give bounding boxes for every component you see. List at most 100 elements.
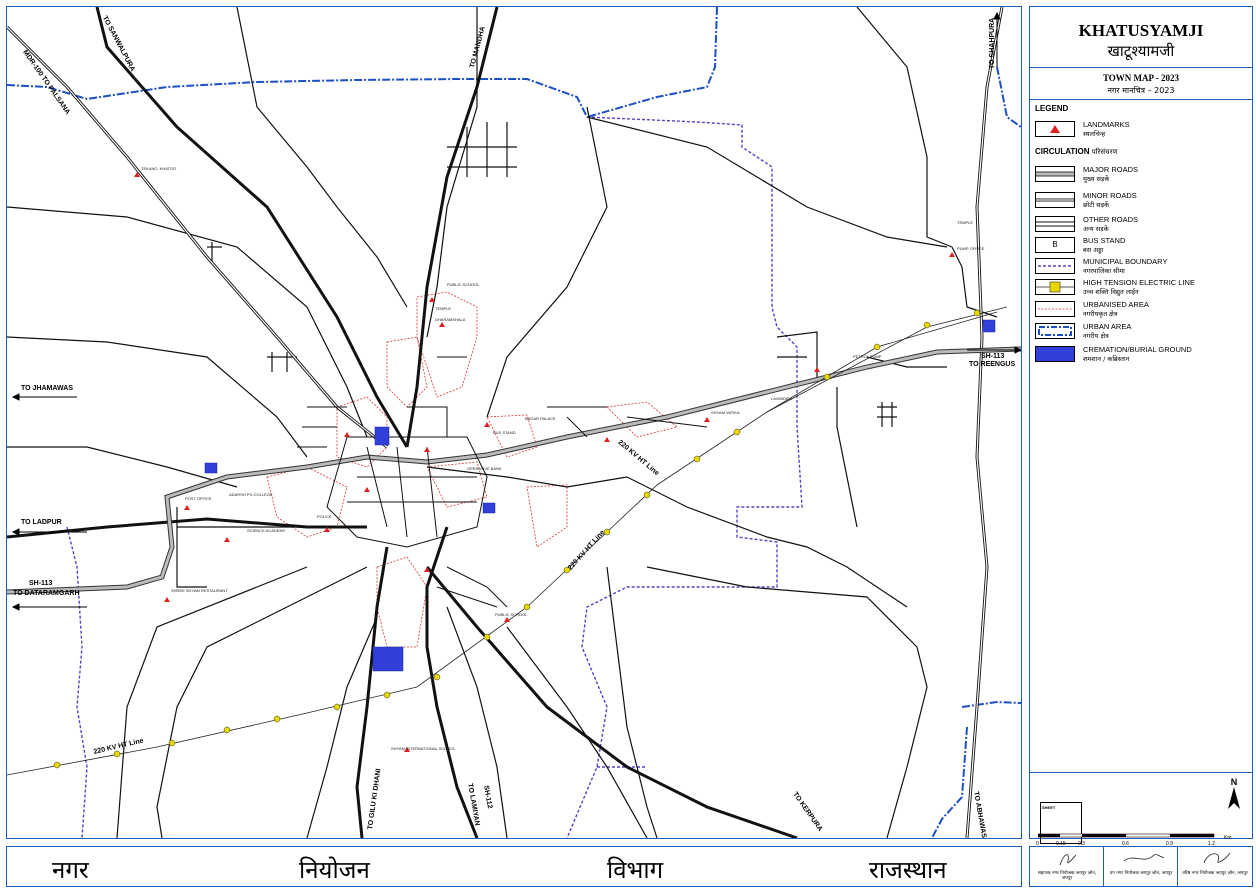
landmark-label: BUS STAND <box>493 430 516 435</box>
legend-municipal-boundary: MUNICIPAL BOUNDARY नगरपालिका सीमा <box>1035 257 1249 279</box>
legend-label: MAJOR ROADS <box>1083 165 1139 174</box>
label-to-dataramgarh: TO DATARAMGARH <box>13 590 80 597</box>
legend-heading: LEGEND <box>1035 104 1069 113</box>
landmark-label: POLICE <box>317 514 332 519</box>
legend-label: LANDMARKS <box>1083 120 1130 129</box>
landmark-label: TEMPLE <box>435 306 452 311</box>
legend-other-roads: OTHER ROADS अन्य सड़कें <box>1035 215 1249 237</box>
legend-symbol-major-road <box>1035 166 1075 182</box>
town-title: KHATUSYAMJI <box>1078 21 1204 40</box>
divider <box>1030 99 1252 100</box>
legend-symbol-cremation-ground <box>1035 346 1075 362</box>
legend-major-roads: MAJOR ROADS मुख्य सड़कें <box>1035 165 1249 187</box>
minor-roads <box>7 7 1004 838</box>
legend-symbol-minor-road <box>1035 192 1075 208</box>
circulation-label-hindi: परिसंचरण <box>1091 148 1118 156</box>
legend-urban-area: URBAN AREA नगरीय क्षेत्र <box>1035 322 1249 344</box>
signature-mark <box>1203 852 1231 864</box>
legend-label-hindi: मुख्य सड़कें <box>1083 175 1110 183</box>
signature-cell: उप नगर नियोजक जयपुर ज़ोन, जयपुर <box>1104 847 1178 886</box>
label-to-ladpur: TO LADPUR <box>21 519 62 526</box>
scale-bar <box>1038 833 1215 838</box>
circulation-label: CIRCULATION <box>1035 147 1090 156</box>
landmark-label: PUBLIC SCHOOL <box>495 612 528 617</box>
divider <box>1030 67 1252 68</box>
legend-bus-stand: B BUS STAND बस अड्डा <box>1035 236 1249 258</box>
signature-title: सहायक नगर नियोजक जयपुर ज़ोन, जयपुर <box>1037 871 1097 882</box>
label-to-reengus: TO REENGUS <box>969 361 1016 368</box>
legend-symbol-other-road <box>1035 216 1075 232</box>
circulation-heading: CIRCULATION परिसंचरण <box>1035 147 1118 157</box>
divider <box>1030 772 1252 773</box>
legend-symbol-landmark <box>1035 121 1075 137</box>
landmark-label: PUBLIC SCHOOL <box>447 282 480 287</box>
landmark-label: TEKANO. KHATOO <box>141 166 177 171</box>
other-roads <box>7 7 998 838</box>
label-sh113-west: SH-113 <box>29 580 53 587</box>
legend-label-hindi: नगरीयकृत क्षेत्र <box>1083 310 1118 318</box>
map-title: TOWN MAP - 2023 <box>1102 73 1180 83</box>
legend-label-hindi: उच्च शक्ति विद्युत लाईन <box>1083 288 1139 296</box>
signature-cell: वरिष्ठ नगर नियोजक जयपुर ज़ोन, जयपुर <box>1178 847 1252 886</box>
minor-roads-inner <box>7 7 1003 838</box>
legend-label: CREMATION/BURIAL GROUND <box>1083 345 1192 354</box>
footer-word: राजस्थान <box>869 856 947 884</box>
legend-label-hindi: नगरीय क्षेत्र <box>1083 332 1109 340</box>
footer-word: विभाग <box>607 856 664 884</box>
landmark-label: OPERATIVE BANK <box>467 466 502 471</box>
urban-area-boundary <box>7 7 1021 838</box>
landmark-label: PETROL PUMP <box>853 354 882 359</box>
map-canvas <box>7 7 1021 838</box>
landmark-label: TEMPLE <box>957 220 974 225</box>
landmark-label: PUMP OFFICE <box>957 246 985 251</box>
label-to-jhamawas: TO JHAMAWAS <box>21 385 73 392</box>
legend-landmarks: LANDMARKS स्थलचिन्ह <box>1035 120 1249 142</box>
signature-title: वरिष्ठ नगर नियोजक जयपुर ज़ोन, जयपुर <box>1182 871 1248 876</box>
sheet-index: SHEET 0 0.15 0.3 0.6 0.9 1.2 Km <box>1030 777 1252 847</box>
legend-cremation-ground: CREMATION/BURIAL GROUND शमशान / कब्रिस्त… <box>1035 345 1249 367</box>
sheet-label: SHEET <box>1042 805 1056 810</box>
landmark-label: SCIENCE ACADEMY <box>247 528 286 533</box>
legend-label: MINOR ROADS <box>1083 191 1137 200</box>
signature-panel: सहायक नगर नियोजक जयपुर ज़ोन, जयपुर उप नग… <box>1029 846 1253 887</box>
legend-label: MUNICIPAL BOUNDARY <box>1083 257 1168 266</box>
legend-label: URBANISED AREA <box>1083 300 1149 309</box>
label-to-shahpura: TO SHAHPURA <box>989 17 996 69</box>
town-title-hindi: खाटूश्यामजी <box>1107 42 1175 60</box>
ht-lines <box>7 306 1008 776</box>
legend-symbol-ht-line <box>1035 279 1075 295</box>
legend-label-hindi: अन्य सड़कें <box>1083 225 1109 233</box>
legend-symbol-urban-area <box>1035 323 1075 339</box>
legend-minor-roads: MINOR ROADS छोटी सड़कें <box>1035 191 1249 213</box>
signature-cell: सहायक नगर नियोजक जयपुर ज़ोन, जयपुर <box>1030 847 1104 886</box>
landmark-markers <box>134 172 955 752</box>
signature-mark <box>1059 854 1077 866</box>
footer-bar: नगर नियोजन विभाग राजस्थान <box>6 846 1022 887</box>
legend-label: HIGH TENSION ELECTRIC LINE <box>1083 278 1195 287</box>
legend-label: URBAN AREA <box>1083 322 1132 331</box>
landmark-label: POST OFFICE <box>185 496 212 501</box>
scale-unit: Km <box>1224 835 1232 841</box>
legend-symbol-municipal-boundary <box>1035 258 1075 274</box>
label-sh113-east: SH-113 <box>981 353 1005 360</box>
landmark-label: BAGAR PALACE <box>525 416 556 421</box>
landmark-label: SHREE SHYAM RESTAURANT <box>171 588 228 593</box>
direction-arrows <box>11 11 1021 611</box>
landmark-label: LAXMIDEVI <box>771 396 793 401</box>
signature-title: उप नगर नियोजक जयपुर ज़ोन, जयपुर <box>1109 871 1173 876</box>
landmark-label: SHYAM VATIKA <box>711 410 740 415</box>
legend-symbol-urbanised-area <box>1035 301 1075 317</box>
landmark-label: ADARSH PG COLLEGE <box>229 492 273 497</box>
map-frame[interactable]: MDR-100 TO PALSANA TO SANWALPURA TO MAND… <box>6 6 1022 839</box>
burial-grounds <box>204 319 996 672</box>
major-road <box>7 346 1021 595</box>
legend-ht-line: HIGH TENSION ELECTRIC LINE उच्च शक्ति वि… <box>1035 278 1249 300</box>
legend-label: BUS STAND <box>1083 236 1126 245</box>
legend-panel: KHATUSYAMJI खाटूश्यामजी TOWN MAP - 2023 … <box>1029 6 1253 847</box>
legend-symbol-bus-stand: B <box>1035 237 1075 253</box>
legend-label-hindi: बस अड्डा <box>1083 246 1104 254</box>
footer-word: नगर <box>52 856 89 884</box>
legend-label-hindi: नगरपालिका सीमा <box>1083 267 1125 275</box>
landmark-label: DHARAMSHALA <box>435 317 466 322</box>
town-center-roads <box>297 356 708 608</box>
